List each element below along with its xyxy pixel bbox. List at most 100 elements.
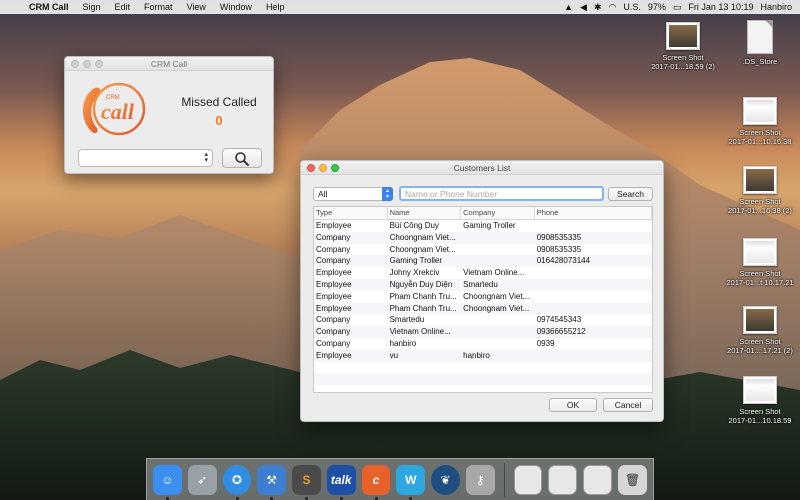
search-input[interactable] (399, 186, 604, 201)
close-button[interactable] (307, 164, 315, 172)
cell-company (461, 244, 535, 256)
desktop-icon-label: .DS_Store (742, 57, 778, 66)
table-row[interactable]: Employee Bùi Công Duy Gaming Troller (314, 220, 652, 232)
table-row[interactable]: Employee vu hanbiro (314, 349, 652, 362)
desktop-icon-sublabel: 2017-01...16.38 (2) (728, 206, 792, 215)
desktop-icon-label: Screen Shot (662, 53, 704, 62)
battery-percent[interactable]: 97% (648, 2, 666, 12)
type-filter-value: All (318, 189, 328, 199)
clock[interactable]: Fri Jan 13 10:19 (688, 2, 753, 12)
cancel-button[interactable]: Cancel (603, 398, 653, 412)
phone-select[interactable]: ▴ ▾ (78, 149, 213, 167)
desktop-icon-screenshot[interactable]: Screen Shot 2017-01...18.59 (2) (645, 22, 721, 71)
menu-edit[interactable]: Edit (108, 2, 138, 12)
trash-icon[interactable]: 🗑 (618, 464, 647, 495)
stack-screenshot-icon[interactable] (583, 464, 613, 495)
launchpad-icon[interactable]: ➶ (187, 464, 217, 495)
cell-type: Company (316, 327, 351, 337)
table-row[interactable]: Employee Nguyễn Duy Diện Smartedu (314, 278, 652, 291)
desktop-icon-label: Screen Shot (739, 407, 781, 416)
talk-icon[interactable]: talk (326, 464, 356, 500)
desktop-icon-screenshot[interactable]: Screen Shot 2017-01...10.16.38 (722, 97, 798, 146)
menu-sign[interactable]: Sign (76, 2, 108, 12)
sourcetree-icon[interactable]: ❦ (431, 464, 460, 495)
stack-screenshot-icon[interactable] (548, 464, 578, 495)
cell-phone (535, 291, 652, 303)
stack-screenshot-icon[interactable] (513, 464, 543, 495)
table-row[interactable]: Company Gaming Troller 016428073144 (314, 255, 652, 268)
wordpress-icon[interactable]: W (396, 464, 426, 500)
cell-type: Employee (316, 279, 352, 289)
customers-table[interactable]: Type Name Company Phone Employee Bùi Công… (313, 206, 653, 393)
type-filter-select[interactable]: All ▴ ▾ (313, 187, 393, 201)
table-row[interactable]: Company hanbiro 0939 (314, 338, 652, 350)
table-row[interactable]: Company Choongnam Viet... 0908535335 (314, 231, 652, 244)
acrobat-icon[interactable]: ▲ (564, 2, 573, 12)
cell-phone (535, 220, 652, 232)
screenshot-thumbnail-icon (743, 376, 777, 404)
cell-type: Employee (316, 303, 352, 313)
wifi-icon[interactable]: ◠ (609, 2, 617, 13)
zoom-button[interactable] (331, 164, 339, 172)
cell-phone: 0974545343 (536, 315, 582, 325)
safari-icon[interactable]: ✪ (222, 464, 252, 500)
crm-titlebar[interactable]: CRM Call (65, 57, 273, 71)
table-row[interactable]: Employee Pham Chanh Tru... Choongnam Viet.… (314, 291, 652, 303)
minimize-button[interactable] (319, 164, 327, 172)
chevron-updown-icon: ▴ ▾ (382, 187, 393, 201)
table-row[interactable]: Employee Johny Xrekciv Vietnam Online... (314, 267, 652, 279)
cell-phone (535, 350, 652, 362)
cell-company: hanbiro (463, 350, 490, 360)
ok-button[interactable]: OK (549, 398, 597, 412)
finder-icon[interactable]: ☺ (153, 464, 182, 500)
desktop-icon-sublabel: 2017-01...10.18.59 (728, 416, 792, 425)
crm-call-window: CRM Call CRM call Missed Called 0 ▴ ▾ (64, 56, 274, 174)
desktop-icon-ds-store[interactable]: .DS_Store (722, 20, 798, 66)
speaker-icon[interactable]: ◀ (580, 2, 587, 13)
search-button[interactable]: Search (608, 187, 653, 201)
table-row[interactable]: Company Vietnam Online... 09366655212 (314, 326, 652, 338)
customers-window-title: Customers List (453, 163, 511, 173)
desktop-icon-sublabel: 2017-01...t 10.17.21 (726, 278, 794, 287)
cell-company: Choongnam Viet... (463, 303, 530, 313)
close-button[interactable] (71, 60, 79, 68)
bluetooth-icon[interactable]: ✱ (594, 2, 602, 13)
customers-titlebar[interactable]: Customers List (301, 161, 663, 175)
cell-name: Smartedu (389, 315, 425, 325)
input-source[interactable]: U.S. (623, 2, 641, 12)
xcode-icon[interactable]: ⚒ (257, 464, 287, 500)
sublime-icon[interactable]: S (292, 464, 321, 500)
app-menu[interactable]: CRM Call (22, 2, 76, 12)
cell-type: Company (316, 244, 351, 254)
desktop-icon-screenshot[interactable]: Screen Shot 2017-01...10.18.59 (722, 376, 798, 425)
table-row[interactable]: Employee Pham Chanh Tru... Choongnam Viet.… (314, 302, 652, 315)
crm-call-icon[interactable]: c (361, 464, 391, 500)
cell-name: Choongnam Viet... (389, 244, 456, 254)
desktop-icon-screenshot[interactable]: Screen Shot 2017-01....17.21 (2) (722, 306, 798, 355)
column-header-name[interactable]: Name (388, 207, 462, 219)
minimize-button[interactable] (83, 60, 91, 68)
chevron-updown-icon: ▴ ▾ (204, 151, 208, 164)
battery-icon[interactable]: ▭ (673, 2, 682, 13)
cell-phone (535, 267, 652, 279)
crm-search-button[interactable] (222, 148, 262, 168)
cell-company (461, 326, 535, 338)
menu-view[interactable]: View (180, 2, 213, 12)
table-row[interactable]: Company Choongnam Viet... 0908535335 (314, 244, 652, 256)
menu-help[interactable]: Help (259, 2, 292, 12)
user-name[interactable]: Hanbiro (760, 2, 792, 12)
zoom-button[interactable] (95, 60, 103, 68)
keychain-icon[interactable]: ⚷ (465, 464, 495, 495)
cell-name: Gaming Troller (389, 256, 443, 266)
desktop-icon-screenshot[interactable]: Screen Shot 2017-01...t 10.17.21 (722, 238, 798, 287)
desktop-icon-screenshot[interactable]: Screen Shot 2017-01...16.38 (2) (722, 166, 798, 215)
column-header-company[interactable]: Company (461, 207, 535, 219)
menu-format[interactable]: Format (137, 2, 180, 12)
table-row-empty (314, 373, 652, 386)
desktop-icon-label: Screen Shot (739, 337, 781, 346)
menu-window[interactable]: Window (213, 2, 259, 12)
table-row[interactable]: Company Smartedu 0974545343 (314, 314, 652, 326)
column-header-phone[interactable]: Phone (535, 207, 652, 219)
cell-phone: 0908535335 (536, 232, 582, 242)
column-header-type[interactable]: Type (314, 207, 388, 219)
